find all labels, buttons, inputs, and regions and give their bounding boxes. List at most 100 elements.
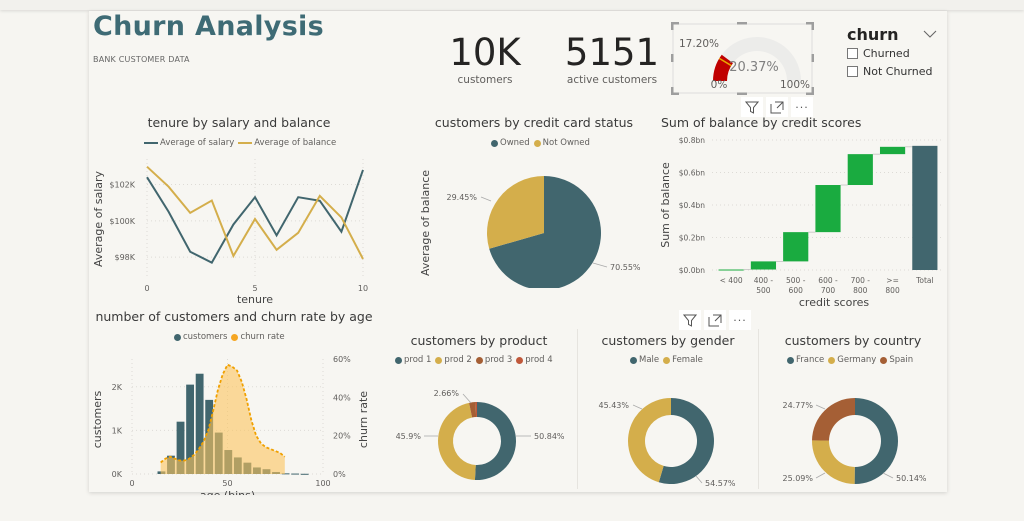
- y-tick-label: $0.4bn: [679, 201, 705, 210]
- customer-bar: [301, 474, 309, 475]
- x-tick-label: < 400: [720, 276, 743, 285]
- checkbox[interactable]: [847, 66, 858, 77]
- data-label: 50.14%: [896, 474, 927, 483]
- x-tick-label: Total: [915, 276, 934, 285]
- y-tick-label: 1K: [112, 426, 123, 435]
- visual-age-combo-chart[interactable]: number of customers and churn rate by ag…: [89, 305, 379, 495]
- x-tick-label: 100: [315, 479, 330, 488]
- y-tick-label: $0.6bn: [679, 169, 705, 178]
- leader-line: [816, 405, 825, 409]
- visual-gender-donut[interactable]: customers by gender Male Female 54.57%45…: [578, 323, 758, 493]
- product-donut-svg: 50.84% 45.9% 2.66%: [381, 323, 577, 493]
- more-options-button[interactable]: ···: [729, 310, 751, 330]
- y2-axis-title: Average of balance: [419, 170, 432, 276]
- y-tick-label: $0.2bn: [679, 234, 705, 243]
- x-axis-title: age (bins): [200, 489, 255, 495]
- more-options-icon: ···: [795, 101, 809, 114]
- slice-prod-2: [438, 403, 476, 480]
- kpi-card-customers[interactable]: 10K customers: [435, 31, 535, 86]
- leader-line: [463, 394, 471, 403]
- y2-tick-label: 0%: [333, 470, 346, 479]
- churn-slicer: churn Churned Not Churned: [847, 25, 937, 78]
- leader-line: [633, 405, 642, 409]
- waterfall-chart-svg: $0.0bn$0.2bn$0.4bn$0.6bn$0.8bn< 400400 -…: [655, 113, 945, 313]
- churn-rate-gauge[interactable]: 17.20% 20.37% 0% 100%: [671, 21, 814, 96]
- x-tick-label: 50: [222, 479, 232, 488]
- more-options-icon: ···: [733, 314, 747, 327]
- x-tick-label: 500: [756, 286, 771, 295]
- y-tick-label: 2K: [112, 383, 123, 392]
- filter-icon: [745, 101, 759, 114]
- data-label: 24.77%: [782, 401, 813, 410]
- customer-bar: [291, 474, 299, 475]
- page-subtitle: BANK CUSTOMER DATA: [93, 55, 190, 64]
- x-tick-label: 0: [129, 479, 134, 488]
- slicer-option-label: Churned: [863, 47, 910, 60]
- slicer-title: churn: [847, 25, 899, 44]
- gauge-max-label: 100%: [780, 79, 810, 91]
- data-label: 54.57%: [705, 479, 736, 488]
- data-label: 2.66%: [434, 389, 460, 398]
- age-chart-svg: 0K1K2K0%20%40%60%050100age (bins)custome…: [89, 305, 379, 495]
- x-tick-label: 800: [853, 286, 868, 295]
- visual-credit-card-pie[interactable]: customers by credit card status Owned No…: [419, 113, 649, 288]
- leader-line: [883, 473, 893, 478]
- x-tick-label: 700: [821, 286, 836, 295]
- x-tick-label: 400 -: [754, 276, 774, 285]
- kpi-value: 5151: [557, 31, 667, 74]
- x-axis-title: tenure: [237, 293, 273, 303]
- waterfall-bar-2: [783, 232, 808, 261]
- waterfall-bar-1: [751, 261, 776, 269]
- slice-spain: [812, 398, 855, 441]
- y2-tick-label: 60%: [333, 355, 351, 364]
- slice-germany: [812, 440, 855, 484]
- data-label: 29.45%: [446, 193, 477, 202]
- credit-card-pie-svg: 70.55%29.45%Average of balance: [419, 113, 649, 288]
- x-tick-label: 0: [144, 284, 149, 293]
- waterfall-bar-5: [880, 147, 905, 154]
- chevron-down-icon[interactable]: [923, 30, 937, 39]
- visual-balance-waterfall[interactable]: Sum of balance by credit scores $0.0bn$0…: [655, 113, 945, 313]
- y-tick-label: $102K: [109, 180, 135, 189]
- filter-button[interactable]: [679, 310, 701, 330]
- gauge-min-label: 0%: [711, 79, 728, 91]
- focus-mode-button[interactable]: [704, 310, 726, 330]
- data-label: 45.9%: [396, 432, 422, 441]
- waterfall-bar-6: [912, 146, 937, 270]
- y2-tick-label: 20%: [333, 432, 351, 441]
- kpi-card-active-customers[interactable]: 5151 active customers: [557, 31, 667, 86]
- kpi-value: 10K: [435, 31, 535, 74]
- x-tick-label: 5: [252, 284, 257, 293]
- x-axis-title: credit scores: [799, 296, 870, 309]
- top-toolbar-strip: [0, 0, 1024, 10]
- data-label: 50.84%: [534, 432, 565, 441]
- y-axis-title: customers: [91, 390, 104, 448]
- slicer-option-churned[interactable]: Churned: [847, 47, 937, 60]
- waterfall-bar-4: [848, 154, 873, 185]
- visual-product-donut[interactable]: customers by product prod 1 prod 2 prod …: [381, 323, 577, 493]
- checkbox[interactable]: [847, 48, 858, 59]
- y2-tick-label: 40%: [333, 393, 351, 402]
- y-axis-title: Average of salary: [92, 170, 105, 267]
- x-tick-label: 700 -: [851, 276, 871, 285]
- visual-country-donut[interactable]: customers by country France Germany Spai…: [759, 323, 947, 493]
- country-donut-svg: 50.14%25.09%24.77%: [759, 323, 947, 493]
- x-tick-label: 10: [358, 284, 368, 293]
- gauge-svg: 17.20% 20.37% 0% 100%: [671, 21, 814, 96]
- y-tick-label: $0.0bn: [679, 266, 705, 275]
- page-title: Churn Analysis: [93, 11, 324, 42]
- x-tick-label: 600: [789, 286, 804, 295]
- x-tick-label: 600 -: [818, 276, 838, 285]
- slicer-option-not-churned[interactable]: Not Churned: [847, 65, 937, 78]
- slicer-option-label: Not Churned: [863, 65, 932, 78]
- visual-tenure-line-chart[interactable]: tenure by salary and balance Average of …: [89, 113, 389, 303]
- leader-line: [481, 197, 491, 201]
- slice-prod-1: [475, 402, 516, 480]
- tenure-chart-svg: $98K$100K$102K$74K$76K$78K$80K0510tenure…: [89, 113, 389, 303]
- gauge-target-label: 17.20%: [679, 38, 719, 50]
- y-tick-label: $98K: [114, 253, 135, 262]
- leader-line: [696, 476, 702, 483]
- kpi-label: customers: [435, 74, 535, 86]
- line-series-balance: [147, 167, 363, 259]
- leader-line: [816, 473, 825, 478]
